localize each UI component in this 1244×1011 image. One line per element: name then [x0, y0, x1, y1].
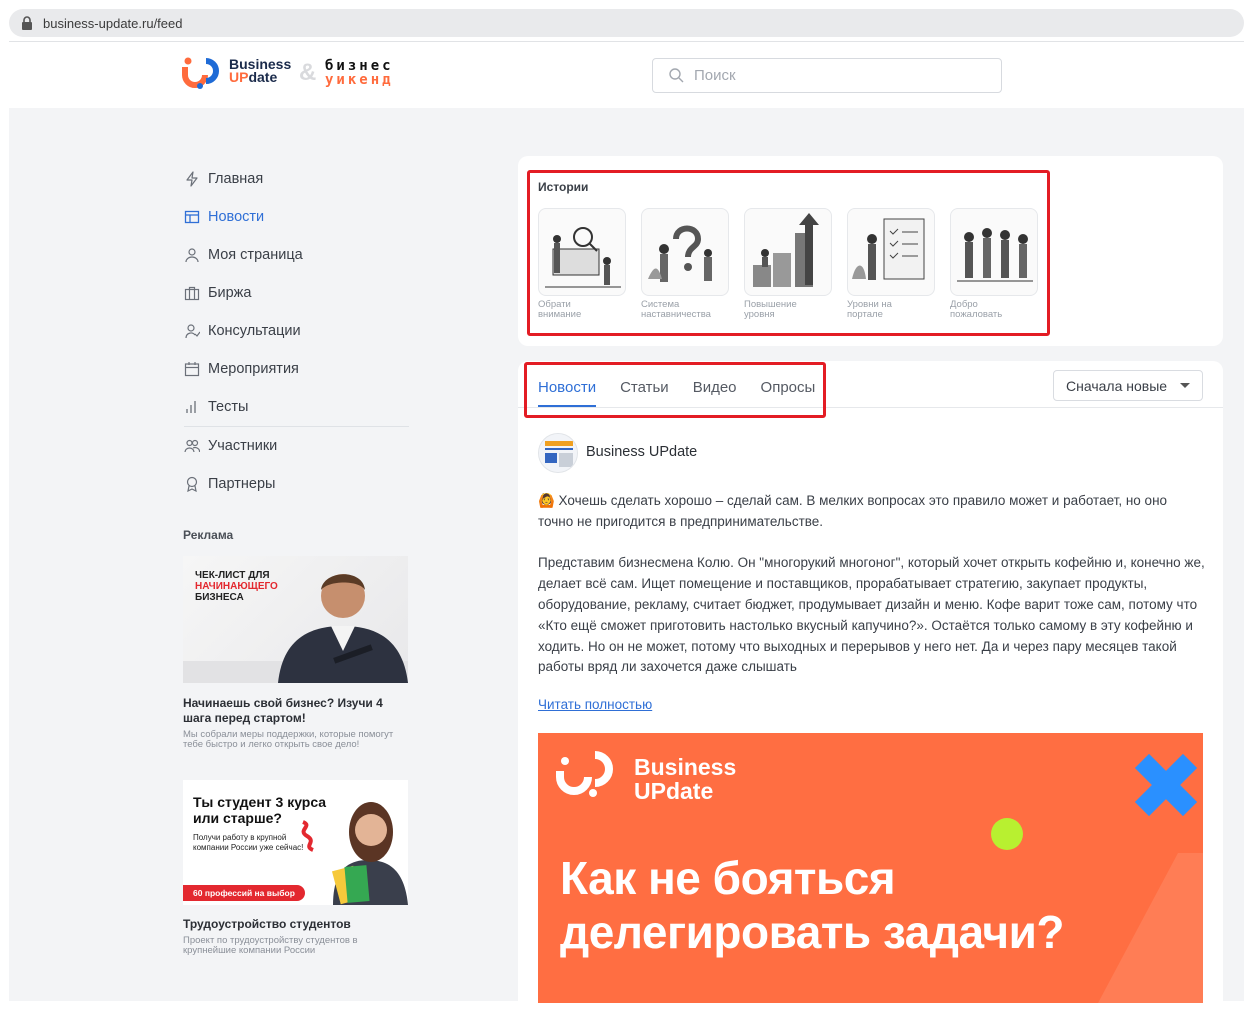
nav-label: Партнеры [208, 476, 276, 492]
ad-banner-checklist[interactable]: ЧЕК-ЛИСТ ДЛЯ НАЧИНАЮЩЕГО БИЗНЕСА [183, 556, 408, 683]
users-icon [184, 439, 200, 453]
banner-brand-line: Business [634, 754, 737, 780]
url-text: business-update.ru/feed [43, 15, 183, 31]
nav-label: Мероприятия [208, 361, 299, 377]
sort-dropdown[interactable]: Сначала новые [1053, 370, 1203, 401]
partner-logo-line2: уикенд [325, 72, 394, 88]
site-header: Business UPdate & бизнес уикенд Поиск [9, 42, 1244, 108]
nav-item-participants[interactable]: Участники [184, 427, 409, 465]
brand-logo-text[interactable]: Business UPdate [229, 57, 291, 85]
bar-chart-icon [186, 401, 196, 413]
ad-banner-students[interactable]: Ты студент 3 курса или старше? Получи ра… [183, 780, 408, 905]
nav-item-consultations[interactable]: Консультации [184, 312, 409, 350]
award-icon [186, 476, 198, 492]
nav-label: Биржа [208, 285, 252, 301]
post-author[interactable]: Business UPdate [586, 444, 697, 460]
logo-ampersand: & [299, 59, 317, 86]
person-icon [185, 324, 200, 339]
search-icon [669, 68, 684, 83]
avatar-image [539, 434, 577, 472]
nav-label: Тесты [208, 399, 249, 415]
ad1-description: Мы собрали меры поддержки, которые помог… [183, 729, 394, 750]
post-banner-image[interactable]: Business UPdate Как не бояться делегиров… [538, 733, 1203, 1003]
ads-heading: Реклама [183, 528, 234, 542]
ad2-description: Проект по трудоустройству студентов в кр… [183, 935, 358, 956]
partner-logo-line1: бизнес [325, 58, 394, 74]
banner-brand: Business UPdate [634, 755, 736, 803]
chevron-down-icon [1180, 383, 1190, 388]
ad2-heading[interactable]: Трудоустройство студентов [183, 917, 408, 932]
calendar-icon [184, 362, 200, 377]
feed-card: Новости Статьи Видео Опросы Сначала новы… [518, 361, 1223, 1011]
banner-brand-line: UPdate [634, 778, 714, 804]
nav-label: Новости [208, 209, 265, 225]
read-more-link[interactable]: Читать полностью [538, 697, 652, 712]
banner-dot [991, 818, 1023, 850]
page-body: Главная Новости Моя страница Биржа Консу… [9, 108, 1244, 1011]
post-paragraph: 🙆 Хочешь сделать хорошо – сделай сам. В … [538, 493, 1168, 529]
highlight-box-stories [527, 170, 1050, 336]
nav-item-exchange[interactable]: Биржа [184, 274, 409, 312]
search-placeholder: Поиск [694, 67, 736, 84]
ad2-badge: 60 профессий на выбор [183, 885, 305, 901]
nav-label: Участники [208, 438, 278, 454]
brand-logo-icon[interactable] [182, 56, 224, 90]
partner-logo[interactable]: бизнес уикенд [325, 59, 394, 87]
nav-label: Консультации [208, 323, 301, 339]
nav-item-partners[interactable]: Партнеры [184, 465, 409, 503]
banner-headline: Как не бояться делегировать задачи? [560, 851, 1065, 959]
nav-item-home[interactable]: Главная [184, 160, 409, 198]
user-icon [185, 248, 199, 263]
nav-label: Главная [208, 171, 264, 187]
post-paragraph: Представим бизнесмена Колю. Он "многорук… [538, 555, 1205, 675]
highlight-box-tabs [524, 362, 826, 418]
logo-line2-rest: date [248, 69, 278, 85]
lock-icon [22, 16, 32, 30]
businessman-illustration [183, 574, 408, 683]
layout-icon [184, 210, 200, 224]
search-input[interactable]: Поиск [652, 58, 1002, 93]
nav-item-events[interactable]: Мероприятия [184, 350, 409, 388]
sort-label: Сначала новые [1066, 377, 1168, 394]
post-body: 🙆 Хочешь сделать хорошо – сделай сам. В … [538, 491, 1206, 699]
lightning-icon [186, 171, 198, 187]
ad1-heading[interactable]: Начинаешь свой бизнес? Изучи 4 шага пере… [183, 696, 408, 726]
banner-headline-line: делегировать задачи? [560, 906, 1065, 958]
avatar[interactable] [538, 433, 578, 473]
banner-headline-line: Как не бояться [560, 852, 896, 904]
sidebar-nav: Главная Новости Моя страница Биржа Консу… [184, 160, 409, 503]
logo-line2-accent: UP [229, 69, 249, 85]
address-bar[interactable]: business-update.ru/feed [9, 9, 1244, 37]
nav-item-news[interactable]: Новости [184, 198, 409, 236]
briefcase-icon [184, 286, 200, 301]
nav-item-tests[interactable]: Тесты [184, 388, 409, 426]
nav-item-my-page[interactable]: Моя страница [184, 236, 409, 274]
nav-label: Моя страница [208, 247, 303, 263]
